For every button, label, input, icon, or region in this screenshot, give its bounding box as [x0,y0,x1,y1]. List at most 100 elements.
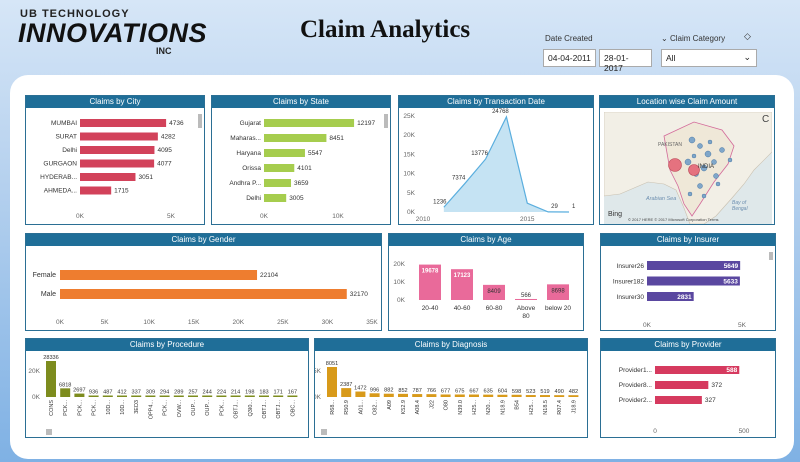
bar[interactable] [327,367,337,397]
bar[interactable] [80,159,155,168]
card-location-wise-claim-amount: Location wise Claim Amount PAKISTAN INDI… [599,95,775,225]
bar[interactable] [80,186,112,195]
category-label: SURAT [55,134,77,141]
data-label: 3005 [289,195,304,202]
bar[interactable] [383,393,394,397]
bar[interactable] [80,119,167,127]
category-label: Maharas... [230,135,261,142]
bar[interactable] [568,395,579,397]
category-label: Gujarat [240,120,262,127]
bar[interactable] [483,394,494,397]
company-logo: UB TECHNOLOGY INNOVATIONS INC [18,8,207,56]
bar[interactable] [80,146,155,154]
card-title: Claims by Transaction Date [399,96,593,108]
bar[interactable] [264,179,292,187]
map[interactable]: PAKISTAN INDIA Arabian Sea Bay of Bengal… [604,112,772,224]
bar[interactable] [264,149,305,157]
data-label: 677 [441,388,450,394]
bar[interactable] [469,394,479,397]
category-label: CONS [49,400,55,416]
bar[interactable] [102,395,113,398]
bar[interactable] [230,395,241,398]
tick-label: 0K [56,319,65,326]
bar[interactable] [497,394,508,397]
bar[interactable] [60,388,71,397]
bar[interactable] [655,396,702,404]
horizontal-scrollbar[interactable] [46,429,52,435]
bar[interactable] [264,134,327,142]
bar[interactable] [188,395,198,398]
claim-category-select[interactable]: All ⌄ [661,49,757,67]
card-claims-by-gender: Claims by Gender 0K 5K 10K 15K 20K 25K 30K 35K F… [25,233,382,331]
bar[interactable] [554,395,565,397]
bar[interactable] [80,132,158,141]
eraser-icon[interactable]: ◇ [744,31,751,42]
bar[interactable] [244,395,255,398]
card-claims-by-procedure: Claims by Procedure 0K 20K 28336 CONS 6818 PC… [25,338,309,438]
bar[interactable] [511,394,522,397]
data-label: 667 [469,389,478,395]
bar[interactable] [515,298,537,300]
scrollbar[interactable] [384,114,388,128]
category-label: R68... [330,400,336,415]
bar[interactable] [202,395,213,398]
bar[interactable] [655,381,709,389]
bar[interactable] [341,388,352,397]
bar[interactable] [117,395,127,398]
bar[interactable] [88,395,99,398]
bar[interactable] [159,395,170,398]
city-chart: MUMBAI 4736 SURAT 4282 Delhi 4095 GURGAON 4077 H… [40,119,184,220]
card-title: Claims by Provider [601,339,775,351]
bar[interactable] [74,393,85,397]
data-label: 3659 [294,180,309,187]
bar[interactable] [216,395,227,398]
date-from-input[interactable]: 04-04-2011 [543,49,596,67]
bar[interactable] [60,289,347,299]
tick-label: 20K [393,261,405,268]
bar[interactable] [173,395,184,398]
bar[interactable] [46,361,56,397]
category-label: PCK... [63,400,69,416]
tick-label: 5K [167,213,176,220]
bar[interactable] [287,395,298,398]
bar[interactable] [264,194,287,202]
bar[interactable] [264,164,295,172]
scrollbar[interactable] [198,114,202,128]
scrollbar[interactable] [769,252,773,260]
map-reset-icon[interactable]: C [762,114,769,125]
bar[interactable] [426,394,437,397]
bar[interactable] [131,395,142,398]
bar[interactable] [369,393,380,397]
tick-label: 35K [366,319,378,326]
category-label: 80 [522,313,530,320]
bar[interactable] [80,173,136,181]
category-label: MUMBAI [51,120,77,127]
data-label: 882 [384,388,393,394]
card-claims-by-age: Claims by Age 0K 10K 20K 19678 20-40 17123 40-… [388,233,584,331]
bar[interactable] [412,394,423,397]
bar[interactable] [525,395,536,397]
bar[interactable] [145,395,156,398]
data-label: 1472 [354,386,366,392]
bubble-large[interactable] [668,158,682,172]
horizontal-scrollbar[interactable] [321,429,327,435]
bar[interactable] [259,395,269,398]
data-label: 6818 [59,382,71,388]
bar[interactable] [355,391,366,397]
category-label: N18.9 [500,400,506,415]
map-label: Arabian Sea [645,196,676,202]
bar[interactable] [264,119,355,127]
bar[interactable] [398,393,408,397]
bar[interactable] [540,395,550,397]
data-label: 604 [498,389,507,395]
bar[interactable] [454,394,465,397]
map-svg: PAKISTAN INDIA Arabian Sea Bay of Bengal… [604,112,772,224]
data-label: 412 [117,390,126,396]
date-to-input[interactable]: 28-01-2017 [599,49,652,73]
data-label: 936 [89,390,98,396]
category-label: Andhra P... [229,180,261,187]
bar[interactable] [60,270,258,280]
bar[interactable] [273,395,284,398]
bar[interactable] [440,394,451,397]
card-claims-by-provider: Claims by Provider Provider1... 588 Provid… [600,338,776,438]
